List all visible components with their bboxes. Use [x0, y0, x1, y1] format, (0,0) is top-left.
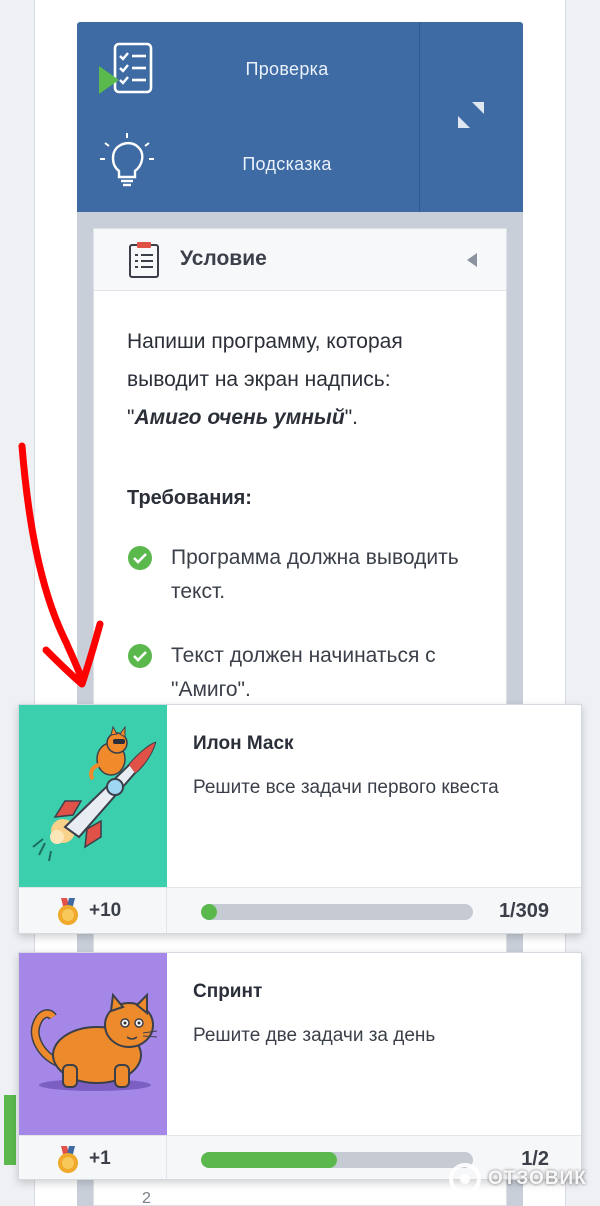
cat-on-rocket-icon	[32, 725, 157, 862]
check-circle-icon	[128, 644, 152, 668]
task-highlight: Амиго очень умный	[134, 406, 345, 429]
achievement-image	[19, 705, 167, 887]
expand-icon	[458, 102, 484, 128]
lightbulb-icon	[100, 133, 154, 187]
watermark: ОТЗОВИК	[448, 1158, 587, 1200]
hint-button[interactable]: Подсказка	[77, 117, 419, 212]
condition-title: Условие	[180, 247, 267, 270]
medal-icon	[58, 1146, 78, 1173]
left-accent-bar	[4, 1095, 16, 1165]
progress-fill	[201, 1152, 337, 1168]
achievement-title: Илон Маск	[193, 733, 294, 754]
progress-bar	[201, 904, 473, 920]
condition-header[interactable]: Условие	[94, 229, 506, 291]
task-description: Напиши программу, которая выводит на экр…	[127, 323, 487, 437]
task-quote-close: ".	[344, 406, 358, 429]
check-button[interactable]: Проверка	[77, 22, 419, 117]
progress-fill	[201, 904, 217, 920]
achievement-description: Решите две задачи за день	[193, 1025, 436, 1046]
requirement-text: Текст должен начинаться с "Амиго".	[171, 644, 436, 701]
points-box: +10	[19, 888, 167, 933]
achievement-title: Спринт	[193, 981, 263, 1002]
achievement-toast[interactable]: Спринт Решите две задачи за день +1 1/2	[18, 952, 582, 1180]
expand-button[interactable]	[420, 22, 523, 212]
points-value: +1	[89, 1148, 111, 1169]
watermark-text: ОТЗОВИК	[488, 1168, 587, 1189]
achievement-footer: +10 1/309	[19, 887, 581, 933]
collapse-arrow-icon[interactable]	[467, 253, 477, 267]
walking-cat-icon	[30, 992, 158, 1091]
points-box: +1	[19, 1136, 167, 1179]
achievement-description: Решите все задачи первого квеста	[193, 777, 499, 798]
requirement-text: Программа должна выводить текст.	[171, 546, 459, 603]
watermark-logo-icon	[449, 1163, 481, 1195]
points-value: +10	[89, 900, 122, 921]
task-toolbar: Проверка Подсказка	[77, 22, 523, 212]
achievement-toast[interactable]: Илон Маск Решите все задачи первого квес…	[18, 704, 582, 934]
progress-text: 1/309	[498, 900, 549, 922]
achievement-image	[19, 953, 167, 1135]
task-text: Напиши программу, которая выводит на экр…	[127, 330, 403, 391]
requirements-title: Требования:	[127, 487, 252, 509]
medal-icon	[58, 898, 78, 925]
line-number: 2	[142, 1190, 151, 1206]
progress-bar	[201, 1152, 473, 1168]
checklist-play-icon	[99, 42, 153, 94]
hint-label: Подсказка	[242, 154, 332, 174]
check-label: Проверка	[245, 59, 329, 79]
check-circle-icon	[128, 546, 152, 570]
clipboard-icon	[129, 242, 159, 278]
